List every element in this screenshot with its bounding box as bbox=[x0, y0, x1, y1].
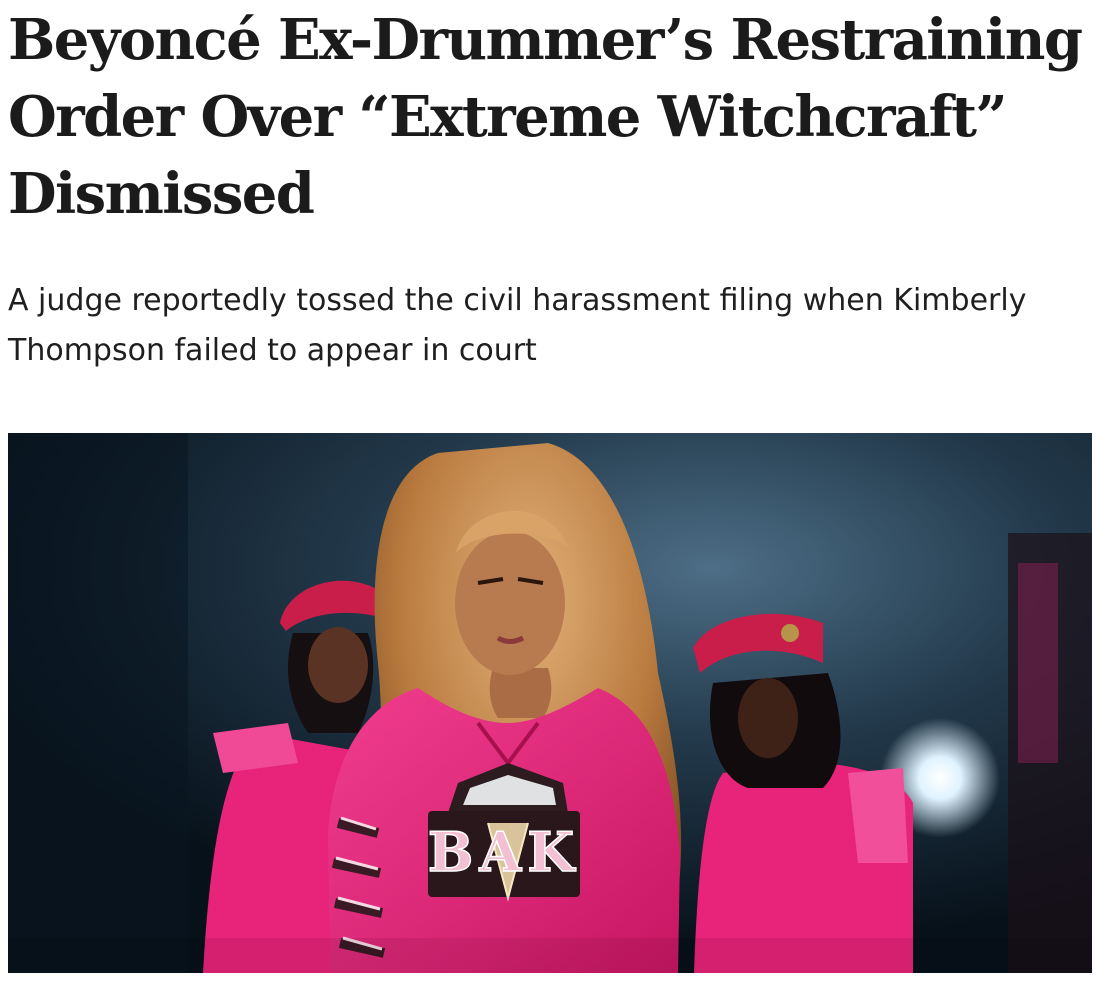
article-headline: Beyoncé Ex-Drummer’s Restraining Order O… bbox=[8, 7, 1083, 227]
article-subheadline: A judge reportedly tossed the civil hara… bbox=[8, 283, 1027, 368]
jersey-lettering: BAK bbox=[428, 820, 580, 884]
hero-photo: BAK bbox=[8, 433, 1092, 973]
